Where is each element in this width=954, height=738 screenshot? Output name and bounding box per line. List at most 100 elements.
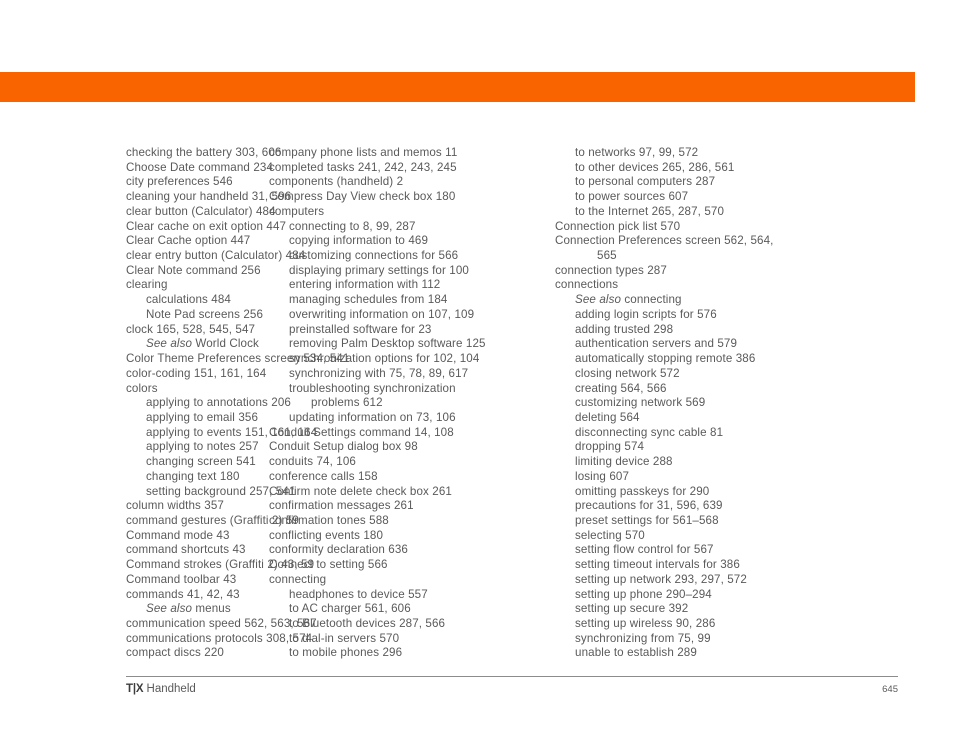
footer-product-label: T|X Handheld: [126, 683, 196, 695]
index-entry: creating 564, 566: [575, 381, 667, 395]
index-entry: copying information to 469: [289, 234, 429, 248]
index-entry: conformity declaration 636: [269, 543, 408, 557]
index-entry: authentication servers and 579: [575, 337, 738, 351]
header-accent-band: [0, 72, 915, 102]
index-entry: color-coding 151, 161, 164: [126, 366, 267, 380]
index-entry: deleting 564: [575, 410, 640, 424]
index-entry: applying to notes 257: [146, 440, 259, 454]
index-entry: setting background 257, 541: [146, 484, 296, 498]
index-entry: customizing network 569: [575, 396, 706, 410]
index-entry: checking the battery 303, 606: [126, 146, 282, 159]
index-entry: synchronizing from 75, 99: [575, 631, 711, 645]
index-entry: Connect to setting 566: [269, 558, 388, 572]
brand-mark: T|X: [126, 683, 144, 695]
index-entry: Conduit Settings command 14, 108: [269, 425, 454, 439]
index-entry: selecting 570: [575, 528, 645, 542]
index-entry: components (handheld) 2: [269, 175, 404, 189]
index-entry: synchronization options for 102, 104: [289, 352, 480, 366]
index-entry: Command toolbar 43: [126, 572, 237, 586]
index-entry: Compress Day View check box 180: [269, 190, 456, 204]
index-page: checking the battery 303, 606 Choose Date…: [0, 0, 954, 738]
index-entry: overwriting information on 107, 109: [289, 307, 475, 321]
index-entry: clear entry button (Calculator) 484: [126, 249, 306, 263]
index-entry: omitting passkeys for 290: [575, 484, 710, 498]
index-entry: troubleshooting synchronization: [289, 381, 456, 395]
index-entry: Conduit Setup dialog box 98: [269, 440, 418, 454]
index-column-2: company phone lists and memos 11 complete…: [269, 146, 555, 661]
index-entry: clear button (Calculator) 484: [126, 204, 276, 218]
index-entry: clock 165, 528, 545, 547: [126, 322, 256, 336]
product-name: Handheld: [146, 683, 196, 695]
index-entry: confirmation tones 588: [269, 513, 389, 527]
index-entry: city preferences 546: [126, 175, 233, 189]
index-entry: Confirm note delete check box 261: [269, 484, 452, 498]
index-entry: preinstalled software for 23: [289, 322, 432, 336]
index-entry: conference calls 158: [269, 469, 378, 483]
index-entry: to networks 97, 99, 572: [575, 146, 699, 159]
index-entry: applying to annotations 206: [146, 396, 291, 410]
index-columns: checking the battery 303, 606 Choose Date…: [0, 146, 954, 661]
see-also-label: See also: [146, 337, 193, 351]
see-also-label: See also: [575, 293, 622, 307]
index-entry: connecting to 8, 99, 287: [289, 219, 416, 233]
index-entry: to other devices 265, 286, 561: [575, 160, 735, 174]
index-entry: entering information with 112: [289, 278, 441, 292]
index-entry: Command mode 43: [126, 528, 230, 542]
index-entry: customizing connections for 566: [289, 249, 459, 263]
page-number: 645: [882, 684, 898, 695]
index-entry: to mobile phones 296: [289, 646, 403, 660]
index-entry: problems 612: [311, 396, 383, 410]
index-entry: communications protocols 308, 574: [126, 631, 313, 645]
index-entry: completed tasks 241, 242, 243, 245: [269, 160, 457, 174]
index-entry: precautions for 31, 596, 639: [575, 499, 723, 513]
index-column-3: to networks 97, 99, 572 to other devices …: [555, 146, 828, 661]
index-entry: Connection Preferences screen 562, 564,: [555, 234, 774, 248]
index-entry: setting up network 293, 297, 572: [575, 572, 747, 586]
index-entry: preset settings for 561–568: [575, 513, 719, 527]
index-entry: Connection pick list 570: [555, 219, 681, 233]
index-entry: setting up phone 290–294: [575, 587, 712, 601]
index-entry: Command strokes (Graffiti 2) 43, 59: [126, 558, 315, 572]
page-footer: T|X Handheld 645: [126, 676, 898, 695]
index-entry: to power sources 607: [575, 190, 689, 204]
index-entry: applying to events 151, 161, 164: [146, 425, 318, 439]
index-entry: setting up wireless 90, 286: [575, 617, 716, 630]
index-entry: changing screen 541: [146, 455, 256, 469]
index-entry: Note Pad screens 256: [146, 307, 264, 321]
index-entry: Clear cache on exit option 447: [126, 219, 287, 233]
index-entry: See also menus: [146, 602, 231, 616]
see-also-label: See also: [146, 602, 193, 616]
index-entry: clearing: [126, 278, 168, 292]
index-entry: Color Theme Preferences screen 534, 541: [126, 352, 350, 366]
index-entry: computers: [269, 204, 325, 218]
index-entry: removing Palm Desktop software 125: [289, 337, 486, 351]
index-entry: limiting device 288: [575, 455, 673, 469]
index-entry: Choose Date command 234: [126, 160, 274, 174]
index-entry: to Bluetooth devices 287, 566: [289, 617, 446, 630]
index-entry: compact discs 220: [126, 646, 224, 660]
index-entry: closing network 572: [575, 366, 680, 380]
index-entry: conflicting events 180: [269, 528, 384, 542]
index-entry: setting timeout intervals for 386: [575, 558, 740, 572]
index-entry: to dial-in servers 570: [289, 631, 400, 645]
index-entry: connecting: [269, 572, 327, 586]
index-entry: command shortcuts 43: [126, 543, 246, 557]
index-entry: conduits 74, 106: [269, 455, 356, 469]
index-entry: displaying primary settings for 100: [289, 263, 469, 277]
index-entry: to personal computers 287: [575, 175, 716, 189]
index-entry: adding login scripts for 576: [575, 307, 717, 321]
index-entry: See also connecting: [575, 293, 682, 307]
index-entry: confirmation messages 261: [269, 499, 414, 513]
index-entry: managing schedules from 184: [289, 293, 448, 307]
index-entry: setting flow control for 567: [575, 543, 714, 557]
index-entry: connections: [555, 278, 619, 292]
index-entry: column widths 357: [126, 499, 224, 513]
index-content: checking the battery 303, 606 Choose Date…: [0, 146, 954, 661]
index-entry: Clear Cache option 447: [126, 234, 251, 248]
index-entry: updating information on 73, 106: [289, 410, 456, 424]
index-entry: cleaning your handheld 31, 596: [126, 190, 292, 204]
index-entry: connection types 287: [555, 263, 667, 277]
index-entry: dropping 574: [575, 440, 645, 454]
index-entry: unable to establish 289: [575, 646, 697, 660]
index-entry: calculations 484: [146, 293, 231, 307]
